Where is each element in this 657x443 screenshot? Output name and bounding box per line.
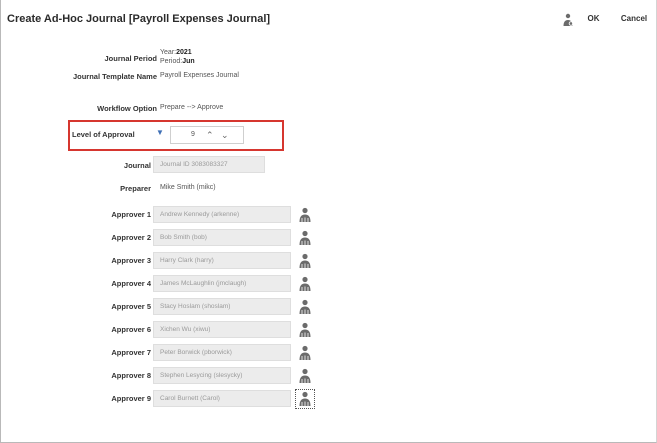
approver-field[interactable]: Xichen Wu (xiwu): [153, 321, 291, 338]
approver-label: Approver 6: [111, 325, 151, 334]
template-name-value: Payroll Expenses Journal: [160, 72, 239, 79]
approver-field[interactable]: Stephen Lesycing (slesycky): [153, 367, 291, 384]
workflow-option-value[interactable]: Prepare --> Approve: [160, 104, 223, 111]
chevron-up-icon[interactable]: ⌃: [206, 129, 214, 141]
approver-field[interactable]: Stacy Hoslam (shoslam): [153, 298, 291, 315]
ok-button[interactable]: OK: [584, 10, 603, 27]
person-search-icon[interactable]: [297, 368, 313, 384]
preparer-value: Mike Smith (mikc): [160, 184, 216, 191]
person-search-icon[interactable]: [297, 230, 313, 246]
approver-field[interactable]: Peter Borwick (pborwick): [153, 344, 291, 361]
cancel-button[interactable]: Cancel: [618, 10, 650, 27]
person-search-icon[interactable]: [297, 345, 313, 361]
person-search-icon[interactable]: [297, 276, 313, 292]
approver-field[interactable]: Harry Clark (harry): [153, 252, 291, 269]
person-search-icon[interactable]: [297, 322, 313, 338]
approver-label: Approver 2: [111, 233, 151, 242]
person-search-icon[interactable]: [297, 299, 313, 315]
approver-field[interactable]: Carol Burnett (Carol): [153, 390, 291, 407]
approver-label: Approver 8: [111, 371, 151, 380]
chevron-down-icon[interactable]: ⌄: [221, 129, 229, 141]
approver-label: Approver 9: [111, 394, 151, 403]
approver-field[interactable]: James McLaughlin (jmclaugh): [153, 275, 291, 292]
journal-period-label: Journal Period: [104, 54, 157, 63]
approver-label: Approver 1: [111, 210, 151, 219]
approver-label: Approver 7: [111, 348, 151, 357]
approver-label: Approver 3: [111, 256, 151, 265]
approval-level-value: 9: [191, 131, 195, 138]
journal-label: Journal: [123, 161, 151, 170]
preparer-label: Preparer: [120, 184, 151, 193]
journal-year-value: Year:2021: [160, 49, 192, 56]
person-search-icon[interactable]: [297, 253, 313, 269]
journal-period-value: Period:Jun: [160, 58, 195, 65]
template-name-label: Journal Template Name: [72, 72, 157, 81]
person-search-icon[interactable]: [297, 207, 313, 223]
caret-down-icon[interactable]: ▼: [156, 128, 164, 137]
workflow-option-label: Workflow Option: [97, 104, 157, 113]
page-title: Create Ad-Hoc Journal [Payroll Expenses …: [7, 13, 271, 25]
approval-level-stepper[interactable]: 9 ⌃ ⌄: [170, 126, 244, 144]
dialog-frame: [0, 0, 657, 443]
approver-label: Approver 4: [111, 279, 151, 288]
approver-label: Approver 5: [111, 302, 151, 311]
level-of-approval-label: Level of Approval: [72, 130, 135, 139]
person-search-icon[interactable]: [295, 389, 315, 409]
person-search-icon[interactable]: [561, 13, 575, 27]
journal-field: Journal ID 3083083327: [153, 156, 265, 173]
approver-field[interactable]: Andrew Kennedy (arkenne): [153, 206, 291, 223]
approver-field[interactable]: Bob Smith (bob): [153, 229, 291, 246]
